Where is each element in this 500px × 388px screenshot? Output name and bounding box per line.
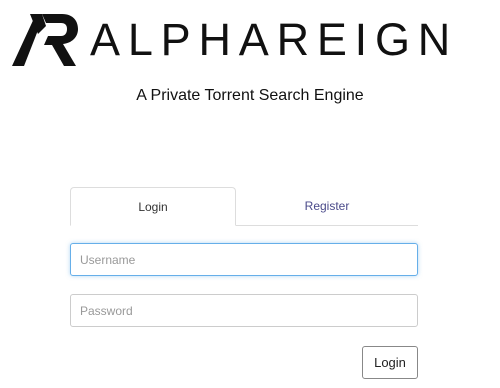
logo (12, 14, 78, 66)
username-input[interactable] (70, 243, 418, 276)
password-input[interactable] (70, 294, 418, 327)
ar-monogram-icon (12, 14, 78, 66)
tagline: A Private Torrent Search Engine (136, 87, 364, 104)
auth-tabs: Login Register (70, 187, 418, 226)
brand-name: ALPHAREIGN (90, 14, 459, 65)
tab-register[interactable]: Register (236, 187, 418, 225)
tab-login[interactable]: Login (70, 187, 236, 226)
login-button[interactable]: Login (362, 346, 418, 379)
